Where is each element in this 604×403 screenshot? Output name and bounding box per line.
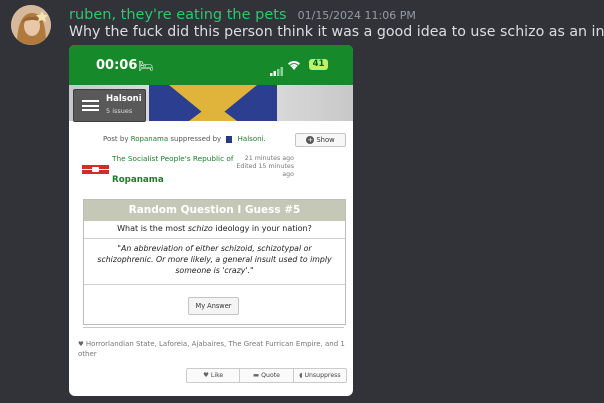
- message-header: ruben, they're eating the pets 01/15/202…: [69, 4, 416, 23]
- question-text-start: What is the most: [117, 224, 188, 233]
- message-timestamp: 01/15/2024 11:06 PM: [297, 9, 416, 22]
- issue-divider: [84, 284, 345, 285]
- post-actions: ♥ Like ▬ Quote ◖ Unsuppress: [186, 368, 347, 383]
- author-nation-name[interactable]: Ropanama: [112, 175, 164, 185]
- shield-icon: ◖: [299, 371, 303, 379]
- suppressed-by-label: suppressed by: [170, 135, 222, 143]
- flag-emblem: [92, 167, 99, 172]
- signal-icon: [270, 61, 284, 80]
- forum-post: Post by Ropanama suppressed by Halsoni. …: [75, 124, 347, 396]
- nation-flag-icon: [226, 135, 233, 143]
- user-avatar[interactable]: [11, 5, 51, 45]
- post-edited-time: Edited 15 minutes ago: [236, 163, 294, 178]
- issue-question: What is the most schizo ideology in your…: [84, 224, 345, 233]
- suppressor-link[interactable]: Halsoni.: [238, 135, 266, 143]
- speech-bubble-icon: ▬: [253, 371, 260, 379]
- my-answer-button[interactable]: My Answer: [188, 297, 239, 315]
- likers-text[interactable]: Horrorlandian State, Laforeia, Ajabaires…: [78, 340, 345, 358]
- header-nation-name: Halsoni: [106, 94, 142, 104]
- show-button[interactable]: + Show: [295, 133, 346, 147]
- post-time-ago: 21 minutes ago: [244, 155, 294, 162]
- post-meta-line: Post by Ropanama suppressed by Halsoni.: [103, 135, 266, 143]
- battery-icon: 41: [309, 59, 328, 70]
- author-flag: [82, 165, 109, 174]
- message-text: Why the fuck did this person think it wa…: [69, 24, 604, 40]
- question-text-end: ideology in your nation?: [212, 224, 312, 233]
- likers-list: ♥ Horrorlandian State, Laforeia, Ajabaire…: [78, 339, 346, 359]
- unsuppress-button[interactable]: ◖ Unsuppress: [294, 369, 346, 382]
- heart-icon: ♥: [203, 371, 209, 379]
- question-text-emphasis: schizo: [187, 224, 213, 233]
- like-label: Like: [210, 372, 224, 379]
- wifi-icon: [287, 59, 301, 73]
- hamburger-icon: [82, 100, 99, 111]
- nation-menu-button[interactable]: Halsoni 5 issues: [73, 89, 146, 122]
- post-by-label: Post by: [103, 135, 129, 143]
- issue-card: Random Question I Guess #5 What is the m…: [83, 199, 346, 325]
- status-time: 00:06: [96, 58, 138, 73]
- issue-divider: [84, 238, 345, 239]
- post-time-info: 21 minutes ago Edited 15 minutes ago: [230, 155, 294, 179]
- show-label: Show: [316, 136, 335, 144]
- post-divider: [83, 327, 344, 328]
- like-button[interactable]: ♥ Like: [187, 369, 241, 382]
- post-author-link[interactable]: Ropanama: [131, 135, 168, 143]
- quote-label: Quote: [261, 372, 280, 379]
- issue-answer-text: "An abbreviation of either schizoid, sch…: [97, 244, 332, 275]
- plus-icon: +: [306, 136, 315, 144]
- issue-title: Random Question I Guess #5: [84, 200, 345, 221]
- banner-flag-image: [149, 85, 277, 121]
- header-issues-count: 5 issues: [106, 107, 133, 115]
- username[interactable]: ruben, they're eating the pets: [69, 7, 287, 23]
- bed-icon: 🛏: [138, 59, 154, 73]
- quote-button[interactable]: ▬ Quote: [240, 369, 294, 382]
- unsuppress-label: Unsuppress: [304, 372, 341, 379]
- phone-status-bar: 00:06 🛏 41: [69, 45, 353, 85]
- attached-screenshot[interactable]: 00:06 🛏 41 Halsoni 5 issues Post by Ropa…: [69, 45, 353, 396]
- heart-icon: ♥: [78, 340, 84, 348]
- author-nation-fullname[interactable]: The Socialist People's Republic of: [112, 154, 238, 163]
